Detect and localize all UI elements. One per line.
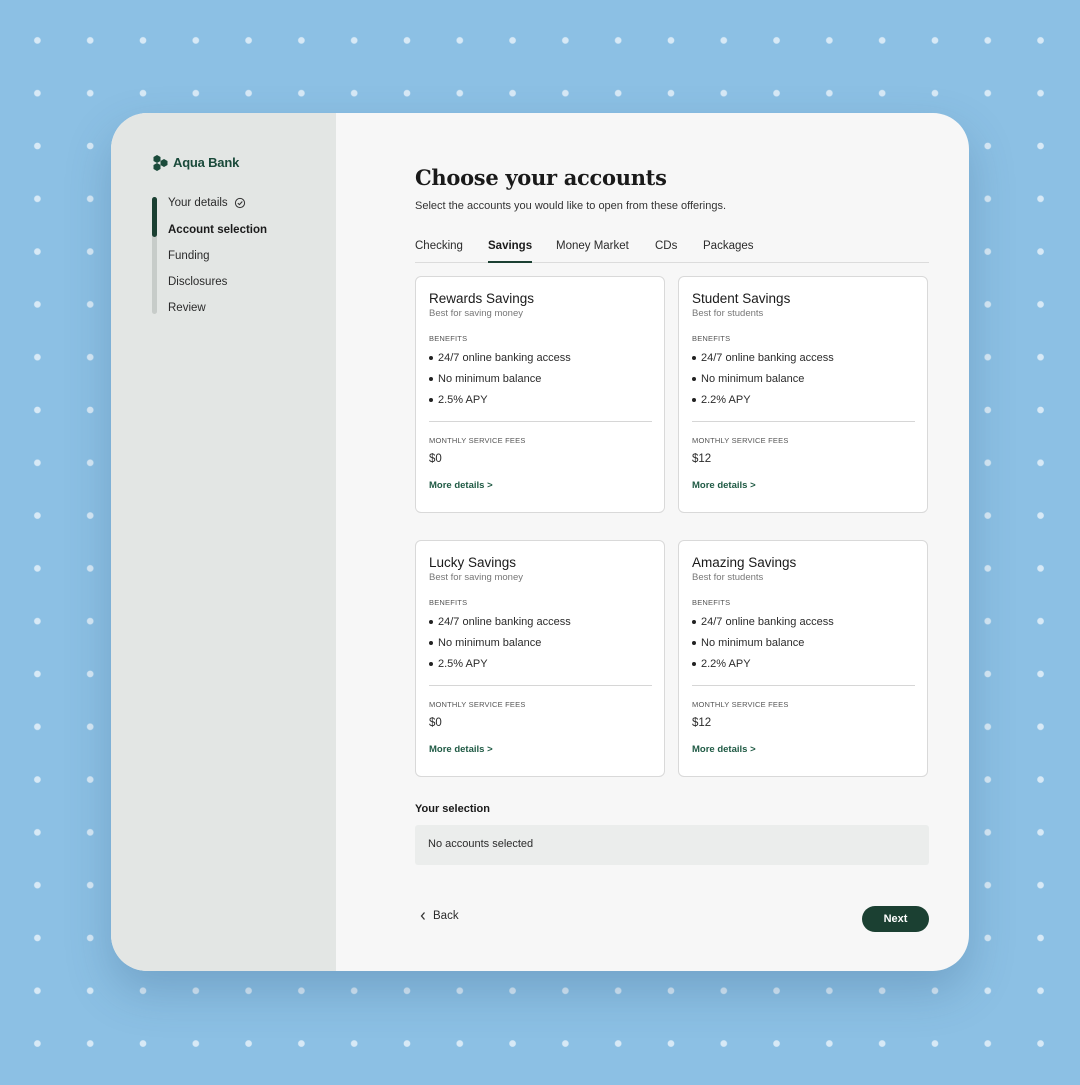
- benefit-item: No minimum balance: [429, 637, 541, 649]
- logo-icon: [153, 155, 168, 171]
- card-subtitle: Best for saving money: [429, 572, 523, 583]
- card-subtitle: Best for students: [692, 572, 764, 583]
- bullet-icon: [692, 377, 696, 381]
- back-button[interactable]: Back: [419, 910, 459, 922]
- benefit-item: No minimum balance: [429, 373, 541, 385]
- sidebar: Aqua Bank Your details Account selection…: [111, 113, 336, 971]
- tab-savings[interactable]: Savings: [488, 240, 533, 263]
- benefit-item: 24/7 online banking access: [429, 616, 571, 628]
- card-divider: [692, 421, 915, 422]
- step-disclosures[interactable]: Disclosures: [168, 276, 227, 288]
- step-label: Disclosures: [168, 276, 228, 288]
- benefit-item: No minimum balance: [692, 637, 804, 649]
- bullet-icon: [429, 641, 433, 645]
- benefit-item: 2.5% APY: [429, 394, 488, 406]
- selection-summary: No accounts selected: [415, 825, 929, 865]
- benefit-item: 2.5% APY: [429, 658, 488, 670]
- step-label: Your details: [168, 197, 228, 209]
- bullet-icon: [692, 398, 696, 402]
- fees-label: MONTHLY SERVICE FEES: [692, 436, 789, 445]
- fees-label: MONTHLY SERVICE FEES: [692, 700, 789, 709]
- account-card-student-savings[interactable]: Student Savings Best for students BENEFI…: [678, 276, 928, 513]
- brand-name: Aqua Bank: [173, 154, 240, 170]
- tab-cds[interactable]: CDs: [655, 240, 677, 263]
- page-title: Choose your accounts: [415, 165, 667, 190]
- account-card-amazing-savings[interactable]: Amazing Savings Best for students BENEFI…: [678, 540, 928, 777]
- bullet-icon: [692, 356, 696, 360]
- step-review[interactable]: Review: [168, 302, 206, 314]
- card-divider: [692, 685, 915, 686]
- card-divider: [429, 421, 652, 422]
- tab-money-market[interactable]: Money Market: [556, 240, 629, 263]
- fees-label: MONTHLY SERVICE FEES: [429, 436, 526, 445]
- benefit-item: 24/7 online banking access: [692, 352, 834, 364]
- fees-label: MONTHLY SERVICE FEES: [429, 700, 526, 709]
- benefits-label: BENEFITS: [692, 598, 731, 607]
- bullet-icon: [692, 620, 696, 624]
- step-account-selection[interactable]: Account selection: [168, 224, 267, 236]
- step-progress-indicator: [152, 197, 157, 237]
- app-window: Aqua Bank Your details Account selection…: [111, 113, 969, 971]
- bullet-icon: [429, 662, 433, 666]
- benefit-item: 24/7 online banking access: [429, 352, 571, 364]
- benefit-item: 2.2% APY: [692, 658, 751, 670]
- bullet-icon: [429, 356, 433, 360]
- fees-value: $0: [429, 453, 442, 465]
- account-card-lucky-savings[interactable]: Lucky Savings Best for saving money BENE…: [415, 540, 665, 777]
- brand: Aqua Bank: [152, 153, 239, 171]
- fees-value: $12: [692, 453, 712, 465]
- selection-label: Your selection: [415, 803, 490, 815]
- main-content: Choose your accounts Select the accounts…: [336, 113, 969, 971]
- benefit-item: No minimum balance: [692, 373, 804, 385]
- more-details-link[interactable]: More details >: [692, 480, 756, 491]
- card-title: Lucky Savings: [429, 555, 517, 570]
- next-button[interactable]: Next: [862, 906, 929, 932]
- benefits-label: BENEFITS: [429, 598, 468, 607]
- selection-empty-text: No accounts selected: [428, 838, 534, 850]
- more-details-link[interactable]: More details >: [692, 744, 756, 755]
- bullet-icon: [692, 662, 696, 666]
- card-divider: [429, 685, 652, 686]
- card-title: Rewards Savings: [429, 291, 535, 306]
- check-circle-icon: [234, 197, 245, 209]
- page-subtitle: Select the accounts you would like to op…: [415, 200, 727, 212]
- bullet-icon: [429, 620, 433, 624]
- more-details-link[interactable]: More details >: [429, 744, 493, 755]
- step-label: Account selection: [168, 224, 268, 236]
- bullet-icon: [429, 377, 433, 381]
- step-your-details[interactable]: Your details: [168, 197, 246, 209]
- card-title: Amazing Savings: [692, 555, 797, 570]
- back-label: Back: [433, 910, 459, 922]
- bullet-icon: [429, 398, 433, 402]
- fees-value: $0: [429, 717, 442, 729]
- more-details-link[interactable]: More details >: [429, 480, 493, 491]
- chevron-left-icon: [420, 912, 425, 920]
- account-type-tabs: Checking Savings Money Market CDs Packag…: [415, 240, 929, 263]
- step-label: Funding: [168, 250, 210, 262]
- bullet-icon: [692, 641, 696, 645]
- card-subtitle: Best for students: [692, 308, 764, 319]
- step-label: Review: [168, 302, 206, 314]
- benefit-item: 2.2% APY: [692, 394, 751, 406]
- benefit-item: 24/7 online banking access: [692, 616, 834, 628]
- step-funding[interactable]: Funding: [168, 250, 210, 262]
- account-card-rewards-savings[interactable]: Rewards Savings Best for saving money BE…: [415, 276, 665, 513]
- benefits-label: BENEFITS: [692, 334, 731, 343]
- fees-value: $12: [692, 717, 712, 729]
- tab-checking[interactable]: Checking: [415, 240, 463, 263]
- tab-packages[interactable]: Packages: [703, 240, 754, 263]
- card-subtitle: Best for saving money: [429, 308, 523, 319]
- benefits-label: BENEFITS: [429, 334, 468, 343]
- card-title: Student Savings: [692, 291, 791, 306]
